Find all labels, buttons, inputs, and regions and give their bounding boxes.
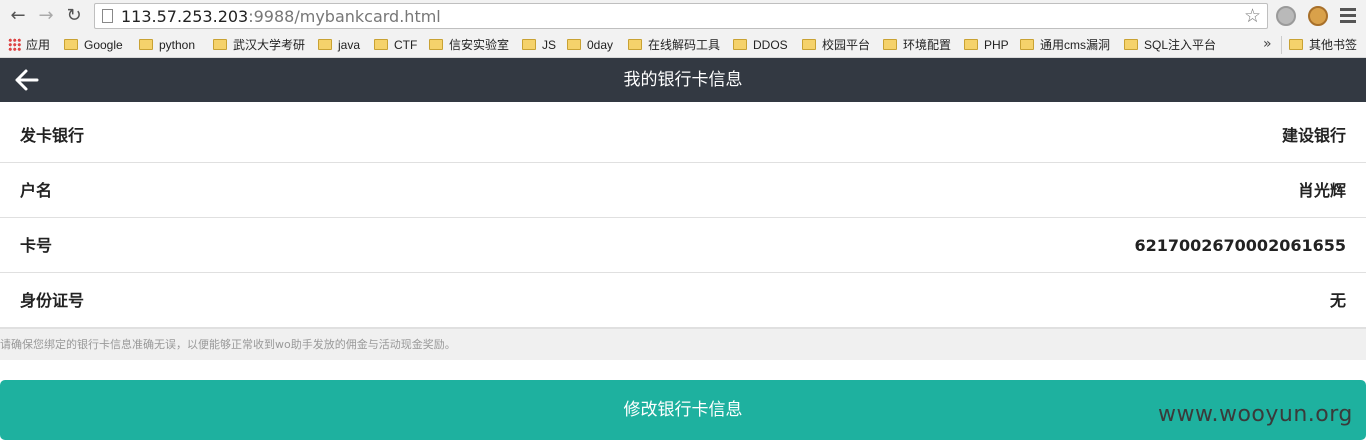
- bookmark-item[interactable]: 在线解码工具: [628, 36, 720, 54]
- row-value: 无: [1329, 291, 1346, 310]
- reload-icon[interactable]: ↻: [62, 4, 86, 28]
- notice-bar: 请确保您绑定的银行卡信息准确无误，以便能够正常收到wo助手发放的佣金与活动现金奖…: [0, 328, 1366, 360]
- bookmarks-bar: 应用 Google python 武汉大学考研 java CTF 信安实验室 J…: [0, 32, 1366, 58]
- bookmarks-divider: [1281, 36, 1282, 54]
- page-icon: [102, 9, 113, 23]
- row-label: 卡号: [20, 236, 53, 255]
- row-label: 身份证号: [20, 291, 85, 310]
- folder-icon: [733, 39, 747, 50]
- folder-icon: [964, 39, 978, 50]
- folder-icon: [802, 39, 816, 50]
- bookmark-item[interactable]: JS: [522, 36, 556, 54]
- bookmark-item[interactable]: CTF: [374, 36, 417, 54]
- bookmark-item[interactable]: 信安实验室: [429, 36, 509, 54]
- folder-icon: [64, 39, 78, 50]
- bookmark-item[interactable]: java: [318, 36, 360, 54]
- bookmark-item[interactable]: python: [139, 36, 195, 54]
- notice-text: 请确保您绑定的银行卡信息准确无误，以便能够正常收到wo助手发放的佣金与活动现金奖…: [0, 338, 456, 351]
- url-text: 113.57.253.203:9988/mybankcard.html: [121, 7, 441, 26]
- globe-extension-icon[interactable]: [1276, 6, 1296, 26]
- bookmark-item[interactable]: Google: [64, 36, 123, 54]
- folder-icon: [318, 39, 332, 50]
- bookmark-item[interactable]: SQL注入平台: [1124, 36, 1216, 54]
- folder-icon: [429, 39, 443, 50]
- row-value: 建设银行: [1281, 126, 1346, 145]
- bookmark-item[interactable]: 武汉大学考研: [213, 36, 305, 54]
- bookmark-item[interactable]: PHP: [964, 36, 1009, 54]
- folder-icon: [213, 39, 227, 50]
- app-header: 我的银行卡信息: [0, 58, 1366, 102]
- page-title: 我的银行卡信息: [623, 70, 743, 90]
- row-value: 6217002670002061655: [1134, 236, 1346, 255]
- folder-icon: [883, 39, 897, 50]
- card-row-account-name: 户名 肖光辉: [0, 163, 1366, 218]
- cookie-extension-icon[interactable]: [1308, 6, 1328, 26]
- folder-icon: [1289, 39, 1303, 50]
- row-label: 发卡银行: [20, 126, 85, 145]
- folder-icon: [139, 39, 153, 50]
- apps-grid-icon: [8, 38, 21, 51]
- forward-icon[interactable]: →: [34, 4, 58, 28]
- address-bar[interactable]: 113.57.253.203:9988/mybankcard.html ☆: [94, 3, 1268, 29]
- folder-icon: [628, 39, 642, 50]
- bookmarks-overflow-button[interactable]: »: [1263, 36, 1272, 52]
- back-icon[interactable]: ←: [6, 4, 30, 28]
- back-arrow-icon[interactable]: [14, 68, 40, 92]
- folder-icon: [522, 39, 536, 50]
- folder-icon: [567, 39, 581, 50]
- row-label: 户名: [20, 181, 53, 200]
- menu-icon[interactable]: [1340, 8, 1356, 24]
- bookmark-apps[interactable]: 应用: [8, 36, 50, 54]
- bookmark-other[interactable]: 其他书签: [1289, 36, 1357, 54]
- bookmark-item[interactable]: 通用cms漏洞: [1020, 36, 1110, 54]
- bookmark-item[interactable]: DDOS: [733, 36, 788, 54]
- card-row-id-number: 身份证号 无: [0, 273, 1366, 328]
- bookmark-item[interactable]: 环境配置: [883, 36, 951, 54]
- browser-toolbar: ← → ↻ 113.57.253.203:9988/mybankcard.htm…: [0, 0, 1366, 32]
- bookmark-item[interactable]: 校园平台: [802, 36, 870, 54]
- card-row-bank: 发卡银行 建设银行: [0, 108, 1366, 163]
- folder-icon: [1124, 39, 1138, 50]
- folder-icon: [374, 39, 388, 50]
- watermark: www.wooyun.org: [1158, 402, 1353, 427]
- bookmark-star-icon[interactable]: ☆: [1244, 5, 1261, 27]
- card-row-card-number: 卡号 6217002670002061655: [0, 218, 1366, 273]
- row-value: 肖光辉: [1297, 181, 1346, 200]
- bookmark-item[interactable]: 0day: [567, 36, 613, 54]
- folder-icon: [1020, 39, 1034, 50]
